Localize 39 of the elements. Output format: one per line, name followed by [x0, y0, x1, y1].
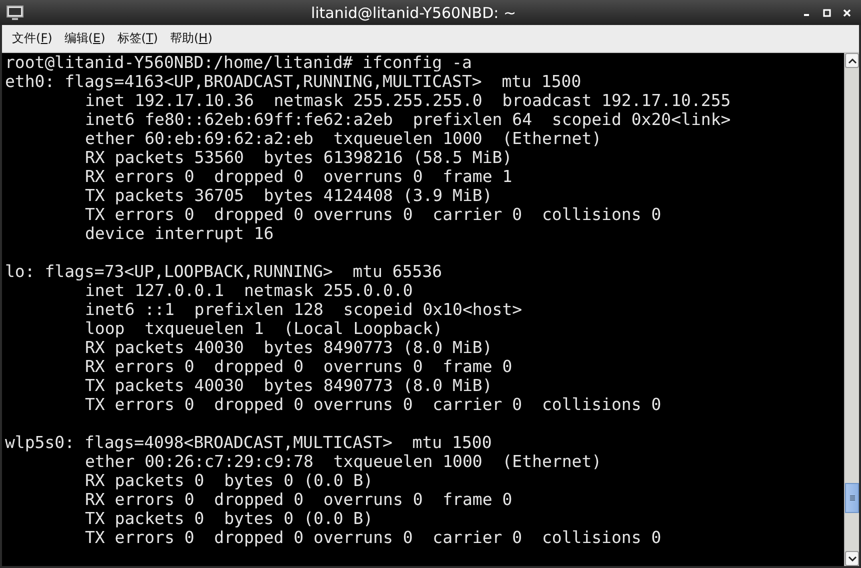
output-line: RX packets 40030 bytes 8490773 (8.0 MiB): [85, 338, 492, 357]
maximize-icon[interactable]: [823, 8, 831, 16]
output-line: RX errors 0 dropped 0 overruns 0 frame 1: [85, 167, 512, 186]
output-line: RX errors 0 dropped 0 overruns 0 frame 0: [85, 357, 512, 376]
command-line: root@litanid-Y560NBD:/home/litanid# ifconfig -a: [5, 53, 472, 72]
output-line: loop txqueuelen 1 (Local Loopback): [85, 319, 443, 338]
output-line: ether 00:26:c7:29:c9:78 txqueuelen 1000 (Ethernet): [85, 452, 602, 471]
scroll-up-button[interactable]: [845, 53, 859, 68]
output-line: TX errors 0 dropped 0 overruns 0 carrier 0 collisions 0: [85, 528, 662, 547]
output-line: TX errors 0 dropped 0 overruns 0 carrier 0 collisions 0: [85, 395, 662, 414]
output-line: TX packets 36705 bytes 4124408 (3.9 MiB): [85, 186, 492, 205]
scroll-down-button[interactable]: [845, 551, 859, 566]
scrollbar[interactable]: [844, 53, 859, 566]
output-line: inet6 fe80::62eb:69ff:fe62:a2eb prefixlen 64 scopeid 0x20<link>: [85, 110, 731, 129]
output-line: RX errors 0 dropped 0 overruns 0 frame 0: [85, 490, 512, 509]
output-line: TX errors 0 dropped 0 overruns 0 carrier 0 collisions 0: [85, 205, 662, 224]
scroll-thumb[interactable]: [845, 483, 859, 513]
menu-item[interactable]: 帮助(H): [164, 27, 218, 50]
close-icon[interactable]: [843, 8, 851, 16]
output-line: RX packets 0 bytes 0 (0.0 B): [85, 471, 374, 490]
interface-header: wlp5s0: flags=4098<BROADCAST,MULTICAST> mtu 1500: [5, 433, 492, 452]
chevron-up-icon: [848, 58, 856, 64]
output-line: ether 60:eb:69:62:a2:eb txqueuelen 1000 (Ethernet): [85, 129, 602, 148]
output-line: RX packets 53560 bytes 61398216 (58.5 MiB): [85, 148, 512, 167]
terminal-icon: [6, 4, 24, 20]
output-line: inet6 ::1 prefixlen 128 scopeid 0x10<host>: [85, 300, 522, 319]
menu-item[interactable]: 编辑(E): [58, 27, 112, 50]
grip-icon: [850, 495, 854, 501]
output-line: TX packets 0 bytes 0 (0.0 B): [85, 509, 374, 528]
output-line: device interrupt 16: [85, 224, 274, 243]
menu-item[interactable]: 文件(F): [6, 27, 58, 50]
output-line: TX packets 40030 bytes 8490773 (8.0 MiB): [85, 376, 492, 395]
interface-header: eth0: flags=4163<UP,BROADCAST,RUNNING,MULTICAST> mtu 1500: [5, 72, 582, 91]
output-line: inet 192.17.10.36 netmask 255.255.255.0 broadcast 192.17.10.255: [85, 91, 731, 110]
window-title: litanid@litanid-Y560NBD: ~: [310, 4, 518, 22]
output-line: inet 127.0.0.1 netmask 255.0.0.0: [85, 281, 413, 300]
chevron-down-icon: [848, 556, 856, 562]
menu-item[interactable]: 标签(T): [111, 27, 164, 50]
interface-header: lo: flags=73<UP,LOOPBACK,RUNNING> mtu 65536: [5, 262, 442, 281]
